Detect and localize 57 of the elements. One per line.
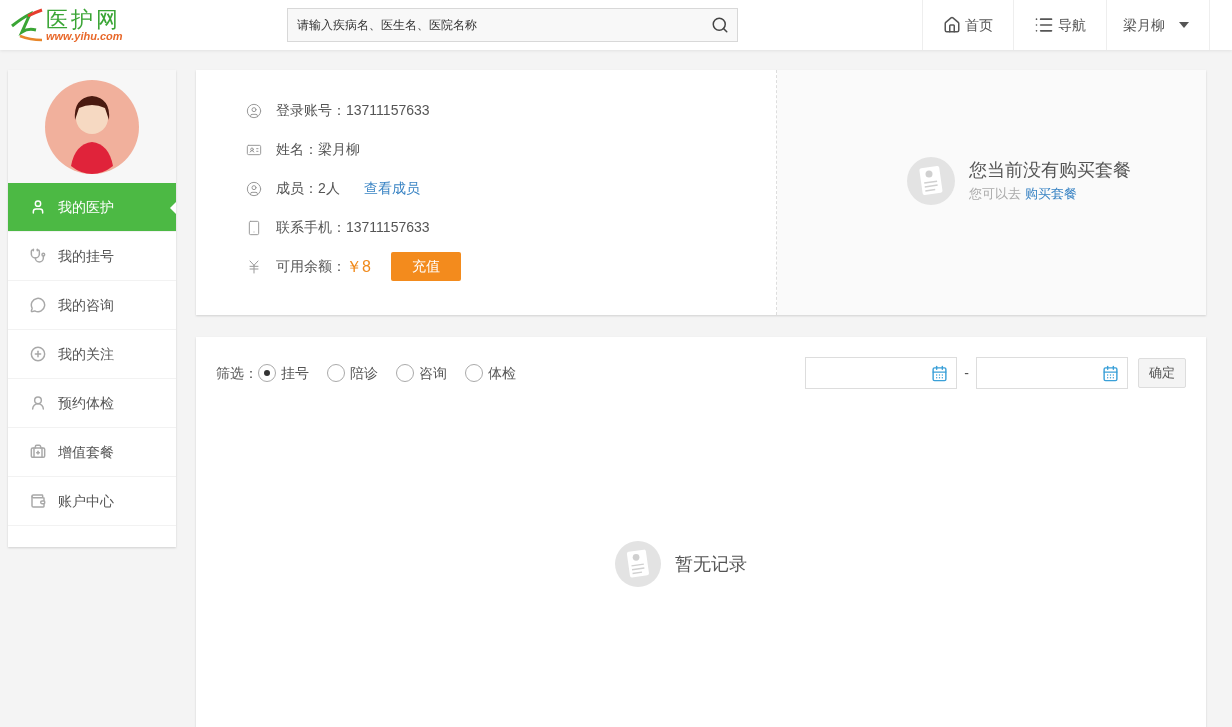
field-label: 可用余额： [276, 257, 346, 276]
person-icon [30, 395, 46, 411]
view-members-link[interactable]: 查看成员 [363, 178, 420, 199]
person-circle-icon [246, 102, 262, 119]
calendar-icon[interactable] [931, 364, 949, 382]
document-icon [615, 541, 661, 587]
logo-url: www.yihu.com [46, 30, 123, 42]
phone-icon [246, 219, 262, 236]
field-value: 13711157633 [346, 101, 430, 120]
field-label: 成员： [276, 179, 318, 198]
medical-case-icon [30, 444, 46, 460]
balance-amount: ￥8 [346, 256, 371, 277]
home-icon [943, 16, 961, 34]
package-title: 您当前没有购买套餐 [969, 159, 1131, 183]
avatar-icon [45, 79, 139, 174]
package-hint: 您可以去 [969, 185, 1021, 204]
date-field[interactable] [805, 357, 958, 389]
field-value: 2人 [318, 179, 340, 198]
radio-option[interactable]: 咨询 [396, 362, 447, 384]
pointer-notch [170, 202, 176, 214]
person-icon [30, 199, 46, 215]
date-field[interactable] [976, 357, 1128, 389]
list-icon [1034, 15, 1054, 35]
caret-icon [1179, 22, 1189, 28]
confirm-button[interactable]: 确定 [1138, 358, 1186, 388]
search-icon[interactable] [711, 16, 729, 34]
yen-icon [246, 258, 262, 275]
field-value: 梁月柳 [318, 140, 360, 159]
sidebar-item[interactable]: 我的挂号 [8, 232, 176, 281]
buy-package-link[interactable]: 购买套餐 [1025, 184, 1077, 204]
empty-message: 暂无记录 [675, 552, 747, 576]
wallet-icon [30, 493, 46, 509]
field-label: 姓名： [276, 140, 318, 159]
nav-link[interactable]: 首页 [923, 0, 1014, 50]
sidebar-item[interactable]: 我的咨询 [8, 281, 176, 330]
field-value: 13711157633 [346, 218, 430, 237]
person-circle-icon [246, 180, 262, 197]
field-label: 登录账号： [276, 101, 346, 120]
sidebar-item[interactable]: 我的关注 [8, 330, 176, 379]
nav-link[interactable]: 导航 [1014, 0, 1107, 50]
radio-option[interactable]: 挂号 [258, 362, 309, 384]
plus-circle-icon [30, 346, 46, 362]
radio-option[interactable]: 陪诊 [327, 362, 378, 384]
sidebar-item[interactable]: 增值套餐 [8, 428, 176, 477]
sidebar-item[interactable]: 预约体检 [8, 379, 176, 428]
nav-link[interactable]: 梁月柳 [1107, 0, 1210, 50]
field-label: 联系手机： [276, 218, 346, 237]
calendar-icon[interactable] [1102, 364, 1119, 382]
chat-bubble-icon [30, 297, 46, 313]
filter-label: 筛选： [216, 363, 258, 383]
radio-option[interactable]: 体检 [465, 362, 516, 384]
date-separator: - [964, 363, 969, 383]
sidebar-item[interactable]: 账户中心 [8, 477, 176, 526]
logo-text: 医护网 [46, 8, 122, 31]
search-field[interactable]: 请输入疾病名、医生名、医院名称 [287, 8, 738, 42]
stethoscope-icon [30, 248, 46, 264]
document-icon [907, 156, 955, 205]
